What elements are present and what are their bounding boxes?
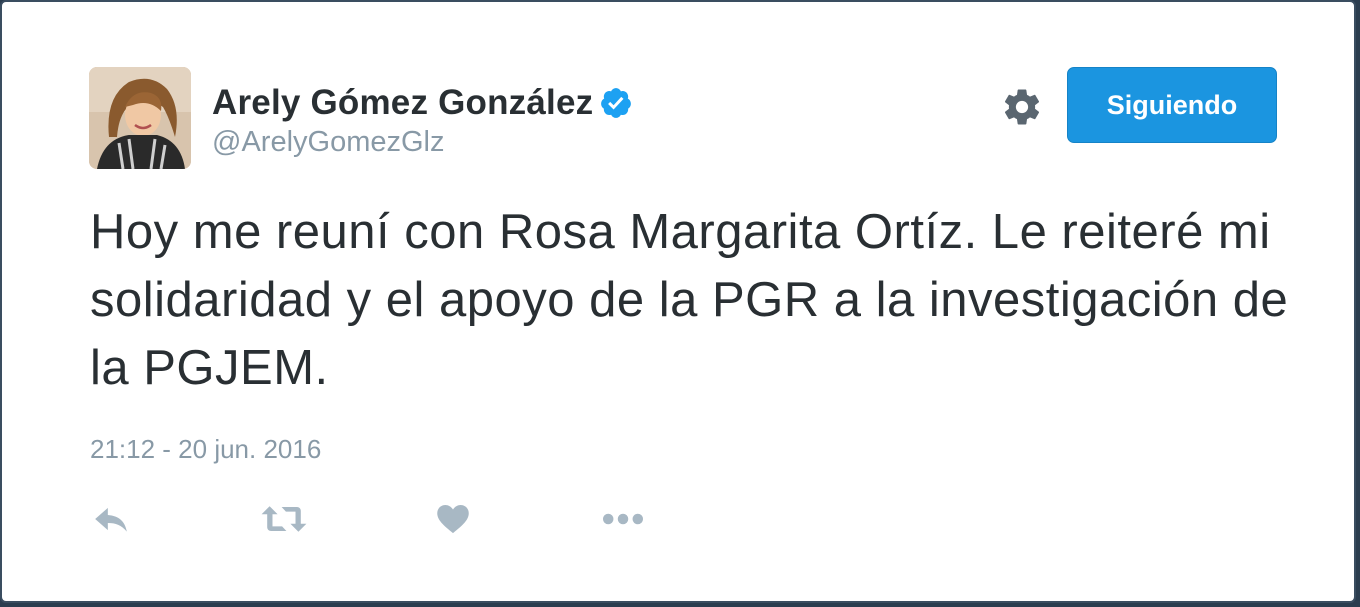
display-name[interactable]: Arely Gómez González	[212, 83, 593, 123]
avatar[interactable]	[89, 67, 191, 169]
author-handle[interactable]: @ArelyGomezGlz	[212, 126, 444, 159]
tweet-timestamp[interactable]: 21:12 - 20 jun. 2016	[90, 434, 321, 465]
retweet-icon[interactable]	[260, 499, 308, 539]
avatar-image	[89, 67, 191, 169]
gear-icon[interactable]	[1001, 86, 1043, 128]
author-name-row[interactable]: Arely Gómez González	[212, 82, 633, 124]
reply-icon[interactable]	[92, 499, 130, 539]
like-icon[interactable]	[435, 499, 471, 539]
tweet-card: Arely Gómez González @ArelyGomezGlz Sigu…	[0, 0, 1356, 603]
tweet-text: Hoy me reuní con Rosa Margarita Ortíz. L…	[90, 205, 1289, 395]
more-icon[interactable]	[600, 499, 646, 539]
verified-badge-icon	[601, 88, 632, 118]
following-button[interactable]: Siguiendo	[1067, 67, 1277, 143]
